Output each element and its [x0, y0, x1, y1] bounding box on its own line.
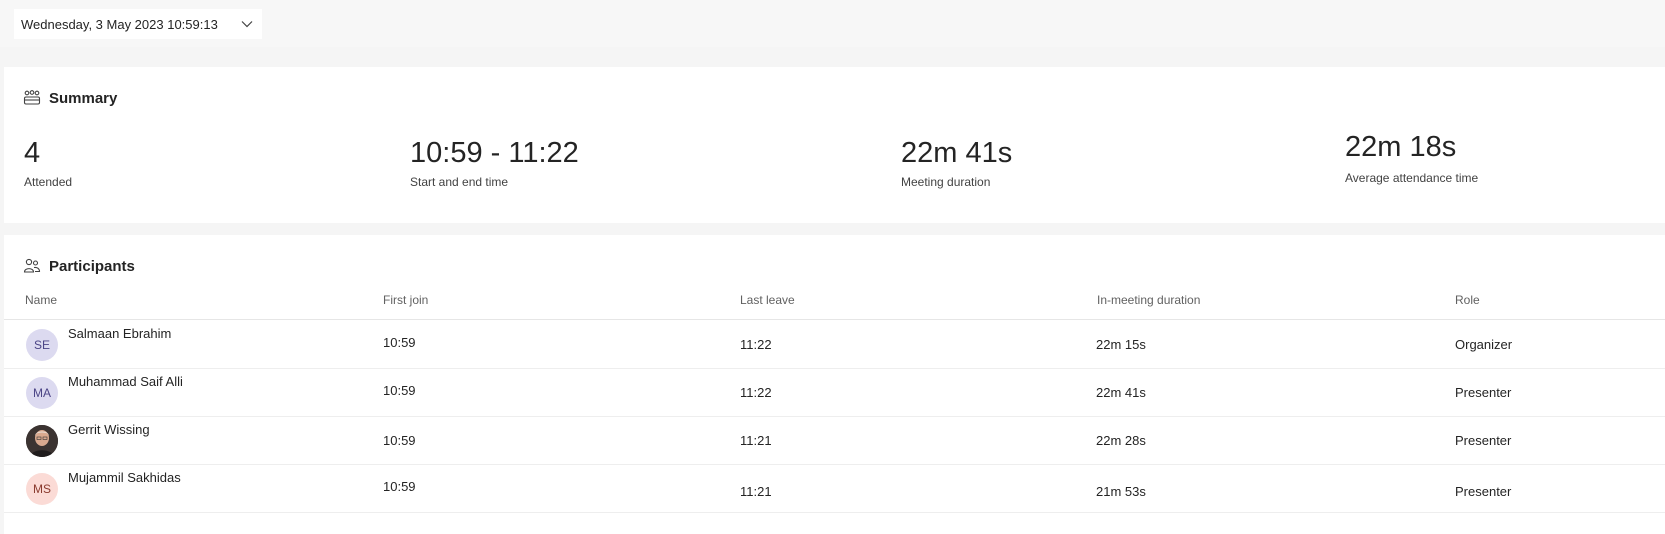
people-icon — [23, 258, 41, 273]
stat-meeting-duration: 22m 41s Meeting duration — [901, 137, 1012, 189]
avatar: MA — [26, 377, 58, 409]
last-leave: 11:21 — [740, 484, 772, 499]
first-join: 10:59 — [383, 479, 416, 494]
in-meeting-duration: 21m 53s — [1096, 484, 1146, 499]
person-photo-icon — [26, 425, 58, 457]
column-header-last-leave[interactable]: Last leave — [740, 293, 795, 307]
first-join: 10:59 — [383, 383, 416, 398]
participant-name: Muhammad Saif Alli — [68, 374, 183, 389]
table-row[interactable]: Gerrit Wissing 10:59 11:21 22m 28s Prese… — [4, 416, 1665, 465]
date-label: Wednesday, 3 May 2023 10:59:13 — [21, 16, 218, 32]
first-join: 10:59 — [383, 335, 416, 350]
role: Presenter — [1455, 433, 1512, 448]
in-meeting-duration: 22m 28s — [1096, 433, 1146, 448]
column-header-first-join[interactable]: First join — [383, 293, 428, 307]
column-header-role[interactable]: Role — [1455, 293, 1480, 307]
role: Presenter — [1455, 484, 1512, 499]
table-header: Name First join Last leave In-meeting du… — [4, 293, 1665, 320]
last-leave: 11:21 — [740, 433, 772, 448]
avatar-photo — [26, 425, 58, 457]
stat-start-end-time: 10:59 - 11:22 Start and end time — [410, 137, 579, 189]
first-join: 10:59 — [383, 433, 416, 448]
top-bar: Wednesday, 3 May 2023 10:59:13 — [0, 0, 1665, 47]
avatar: SE — [26, 329, 58, 361]
column-header-duration[interactable]: In-meeting duration — [1097, 293, 1200, 307]
people-group-icon — [23, 90, 41, 105]
avatar: MS — [26, 473, 58, 505]
stat-value: 10:59 - 11:22 — [410, 137, 579, 169]
summary-header: Summary — [23, 89, 117, 107]
stat-value: 4 — [24, 137, 41, 169]
participant-name: Salmaan Ebrahim — [68, 326, 172, 341]
stat-average-attendance: 22m 18s Average attendance time — [1345, 131, 1478, 185]
summary-card: Summary 4 Attended 10:59 - 11:22 Start a… — [4, 67, 1665, 223]
participant-name: Gerrit Wissing — [68, 422, 150, 437]
table-row[interactable]: MS Mujammil Sakhidas 10:59 11:21 21m 53s… — [4, 464, 1665, 513]
role: Presenter — [1455, 385, 1512, 400]
last-leave: 11:22 — [740, 337, 772, 352]
last-leave: 11:22 — [740, 385, 772, 400]
stat-label: Average attendance time — [1345, 171, 1479, 185]
date-selector[interactable]: Wednesday, 3 May 2023 10:59:13 — [14, 9, 262, 39]
participants-card: Participants Name First join Last leave … — [4, 235, 1665, 534]
chevron-down-icon — [241, 21, 253, 28]
table-row[interactable]: MA Muhammad Saif Alli 10:59 11:22 22m 41… — [4, 368, 1665, 417]
table-row[interactable]: SE Salmaan Ebrahim 10:59 11:22 22m 15s O… — [4, 320, 1665, 369]
participants-header: Participants — [23, 257, 135, 275]
role: Organizer — [1455, 337, 1513, 352]
stat-label: Meeting duration — [901, 175, 991, 189]
in-meeting-duration: 22m 41s — [1096, 385, 1146, 400]
stat-attended: 4 Attended — [24, 137, 72, 189]
stat-value: 22m 41s — [901, 137, 1013, 169]
stat-value: 22m 18s — [1345, 131, 1457, 163]
stat-label: Start and end time — [410, 175, 509, 189]
in-meeting-duration: 22m 15s — [1096, 337, 1146, 352]
column-header-name[interactable]: Name — [25, 293, 57, 307]
participants-title: Participants — [49, 257, 135, 275]
participant-name: Mujammil Sakhidas — [68, 470, 181, 485]
stat-label: Attended — [24, 175, 73, 189]
summary-title: Summary — [49, 89, 118, 107]
